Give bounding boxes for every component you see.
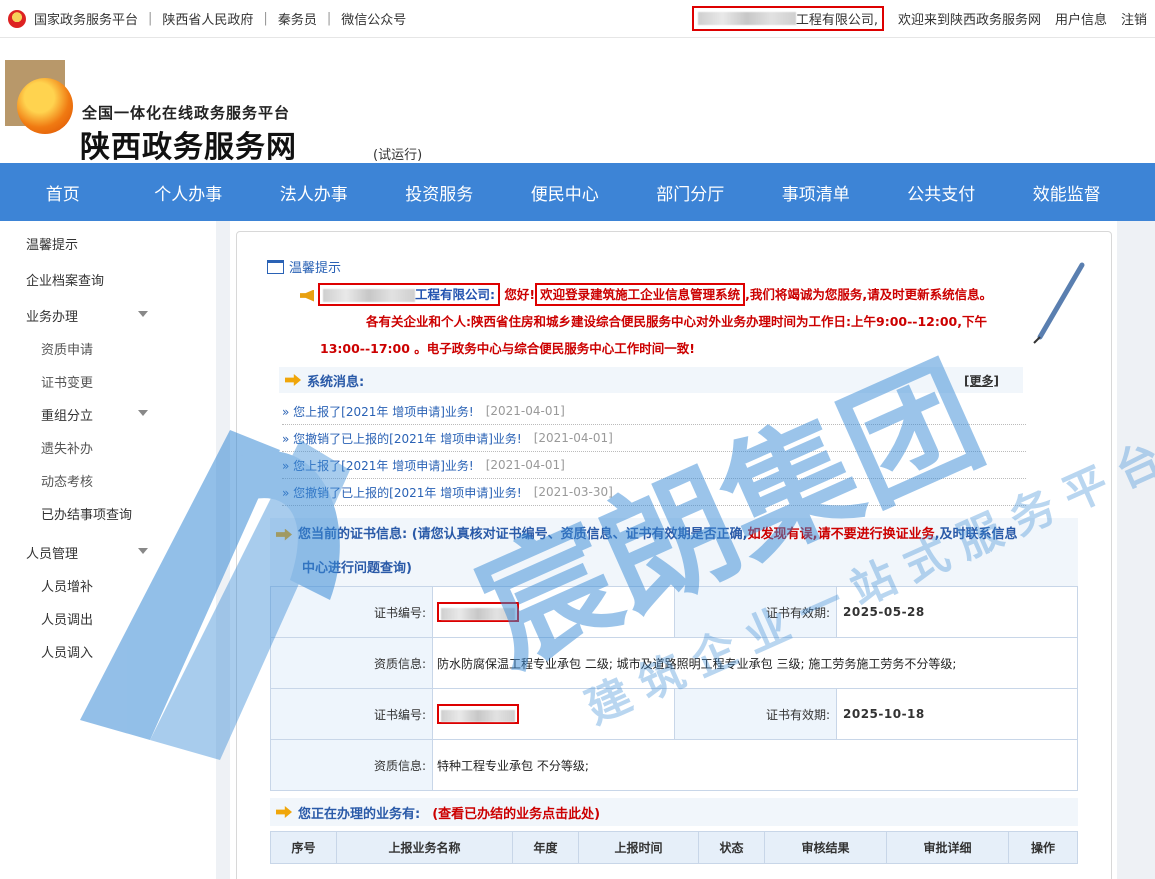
speaker-icon [300,289,314,302]
arrow-right-icon [276,528,292,541]
trial-label: (试运行) [373,148,423,163]
redacted-cert-number [437,602,519,622]
current-business-header: 您正在办理的业务有: (查看已办结的业务点击此处) [270,798,1078,826]
sidebar-item-personnel-in[interactable]: 人员调入 [41,642,93,661]
completed-business-link[interactable]: (查看已办结的业务点击此处) [432,803,600,822]
welcome-system-box: 欢迎登录建筑施工企业信息管理系统 [535,283,746,306]
sidebar: 温馨提示 企业档案查询 业务办理 资质申请 证书变更 重组分立 遗失补办 动态考… [0,221,216,879]
sidebar-item-tips[interactable]: 温馨提示 [26,234,78,253]
office-hours-line: 各有关企业和个人:陕西省住房和城乡建设综合便民服务中心对外业务办理时间为工作日:… [366,314,988,329]
chevron-down-icon[interactable] [138,410,148,416]
nav-supervision[interactable]: 效能监督 [1004,180,1130,205]
national-emblem-icon [8,9,26,28]
table-row: 证书编号: 证书有效期: 2025-05-28 [270,586,1078,638]
nav-convenience[interactable]: 便民中心 [502,180,628,205]
link-qinwuyuan[interactable]: 秦务员 [278,9,317,28]
sidebar-item-completed-query[interactable]: 已办结事项查询 [41,504,132,523]
cert-expiry: 2025-10-18 [836,688,1078,740]
nav-legal[interactable]: 法人办事 [251,180,377,205]
top-links: 国家政务服务平台 | 陕西省人民政府 | 秦务员 | 微信公众号 [8,9,406,28]
list-item[interactable]: » 您撤销了已上报的[2021年 增项申请]业务! [2021-04-01] [282,425,1026,452]
nav-item-list[interactable]: 事项清单 [753,180,879,205]
cert-info-header: 您当前的证书信息: (请您认真核对证书编号、资质信息、证书有效期是否正确,如发现… [270,518,1078,586]
table-header-row: 序号 上报业务名称 年度 上报时间 状态 审核结果 审批详细 操作 [270,831,1078,864]
business-table: 序号 上报业务名称 年度 上报时间 状态 审核结果 审批详细 操作 [270,831,1078,864]
system-messages-bar: 系统消息: [更多] [279,367,1023,393]
company-name-box: 工程有限公司, [691,6,884,31]
office-hours-line2: 13:00--17:00 。电子政务中心与综合便民服务中心工作时间一致! [320,341,696,356]
link-national-platform[interactable]: 国家政务服务平台 [34,9,138,28]
top-bar: 国家政务服务平台 | 陕西省人民政府 | 秦务员 | 微信公众号 工程有限公司,… [0,0,1155,38]
list-item[interactable]: » 您撤销了已上报的[2021年 增项申请]业务! [2021-03-30] [282,479,1026,506]
table-row: 资质信息: 特种工程专业承包 不分等级; [270,739,1078,791]
logo-title: 陕西政务服务网 [80,130,297,165]
redacted-cert-number [437,704,519,724]
list-item[interactable]: » 您上报了[2021年 增项申请]业务! [2021-04-01] [282,452,1026,479]
sidebar-item-qualification-apply[interactable]: 资质申请 [41,339,93,358]
nav-personal[interactable]: 个人办事 [126,180,252,205]
link-wechat[interactable]: 微信公众号 [341,9,406,28]
chevron-down-icon[interactable] [138,311,148,317]
nav-payment[interactable]: 公共支付 [879,180,1005,205]
welcome-message: 工程有限公司: 您好! 欢迎登录建筑施工企业信息管理系统 ,我们将竭诚为您服务,请及… [300,281,1045,362]
nav-home[interactable]: 首页 [0,180,126,205]
main-nav: 首页 个人办事 法人办事 投资服务 便民中心 部门分厅 事项清单 公共支付 效能… [0,163,1155,221]
cert-expiry: 2025-05-28 [836,586,1078,638]
sidebar-item-personnel-out[interactable]: 人员调出 [41,609,93,628]
sidebar-item-archive[interactable]: 企业档案查询 [26,270,104,289]
cert-qualification: 防水防腐保温工程专业承包 二级; 城市及道路照明工程专业承包 三级; 施工劳务施… [432,637,1078,689]
top-user-area: 工程有限公司, 欢迎来到陕西政务服务网 用户信息 注销 [691,6,1147,31]
tip-title: 温馨提示 [267,257,341,276]
sidebar-item-cert-change[interactable]: 证书变更 [41,372,93,391]
logo-subtitle: 全国一体化在线政务服务平台 [82,104,291,122]
user-info-link[interactable]: 用户信息 [1055,9,1107,28]
list-item[interactable]: » 您上报了[2021年 增项申请]业务! [2021-04-01] [282,398,1026,425]
sidebar-item-personnel-add[interactable]: 人员增补 [41,576,93,595]
table-row: 证书编号: 证书有效期: 2025-10-18 [270,688,1078,740]
arrow-right-icon [276,806,292,818]
chevron-down-icon[interactable] [138,548,148,554]
sidebar-item-restructure[interactable]: 重组分立 [41,405,93,424]
nav-investment[interactable]: 投资服务 [377,180,503,205]
sidebar-item-lost-replace[interactable]: 遗失补办 [41,438,93,457]
cert-qualification: 特种工程专业承包 不分等级; [432,739,1078,791]
sidebar-item-business[interactable]: 业务办理 [26,306,78,325]
welcome-text: 欢迎来到陕西政务服务网 [897,13,1041,28]
cert-table: 证书编号: 证书有效期: 2025-05-28 资质信息: 防水防腐保温工程专业… [270,586,1078,791]
link-shaanxi-gov[interactable]: 陕西省人民政府 [162,9,253,28]
redacted-company-name [697,12,796,25]
sidebar-item-personnel[interactable]: 人员管理 [26,543,78,562]
redacted-company-name [323,289,415,302]
window-icon [267,259,284,274]
table-row: 资质信息: 防水防腐保温工程专业承包 二级; 城市及道路照明工程专业承包 三级;… [270,637,1078,689]
site-header: 全国一体化在线政务服务平台 陕西政务服务网 (试运行) [0,38,1155,165]
tip-company-box: 工程有限公司: [318,283,500,306]
company-suffix: 工程有限公司, [795,13,878,28]
more-link[interactable]: [更多] [964,372,999,389]
sidebar-item-dynamic-check[interactable]: 动态考核 [41,471,93,490]
site-logo-icon[interactable] [5,60,73,134]
nav-departments[interactable]: 部门分厅 [628,180,754,205]
logout-link[interactable]: 注销 [1121,9,1147,28]
arrow-right-icon [285,374,301,386]
